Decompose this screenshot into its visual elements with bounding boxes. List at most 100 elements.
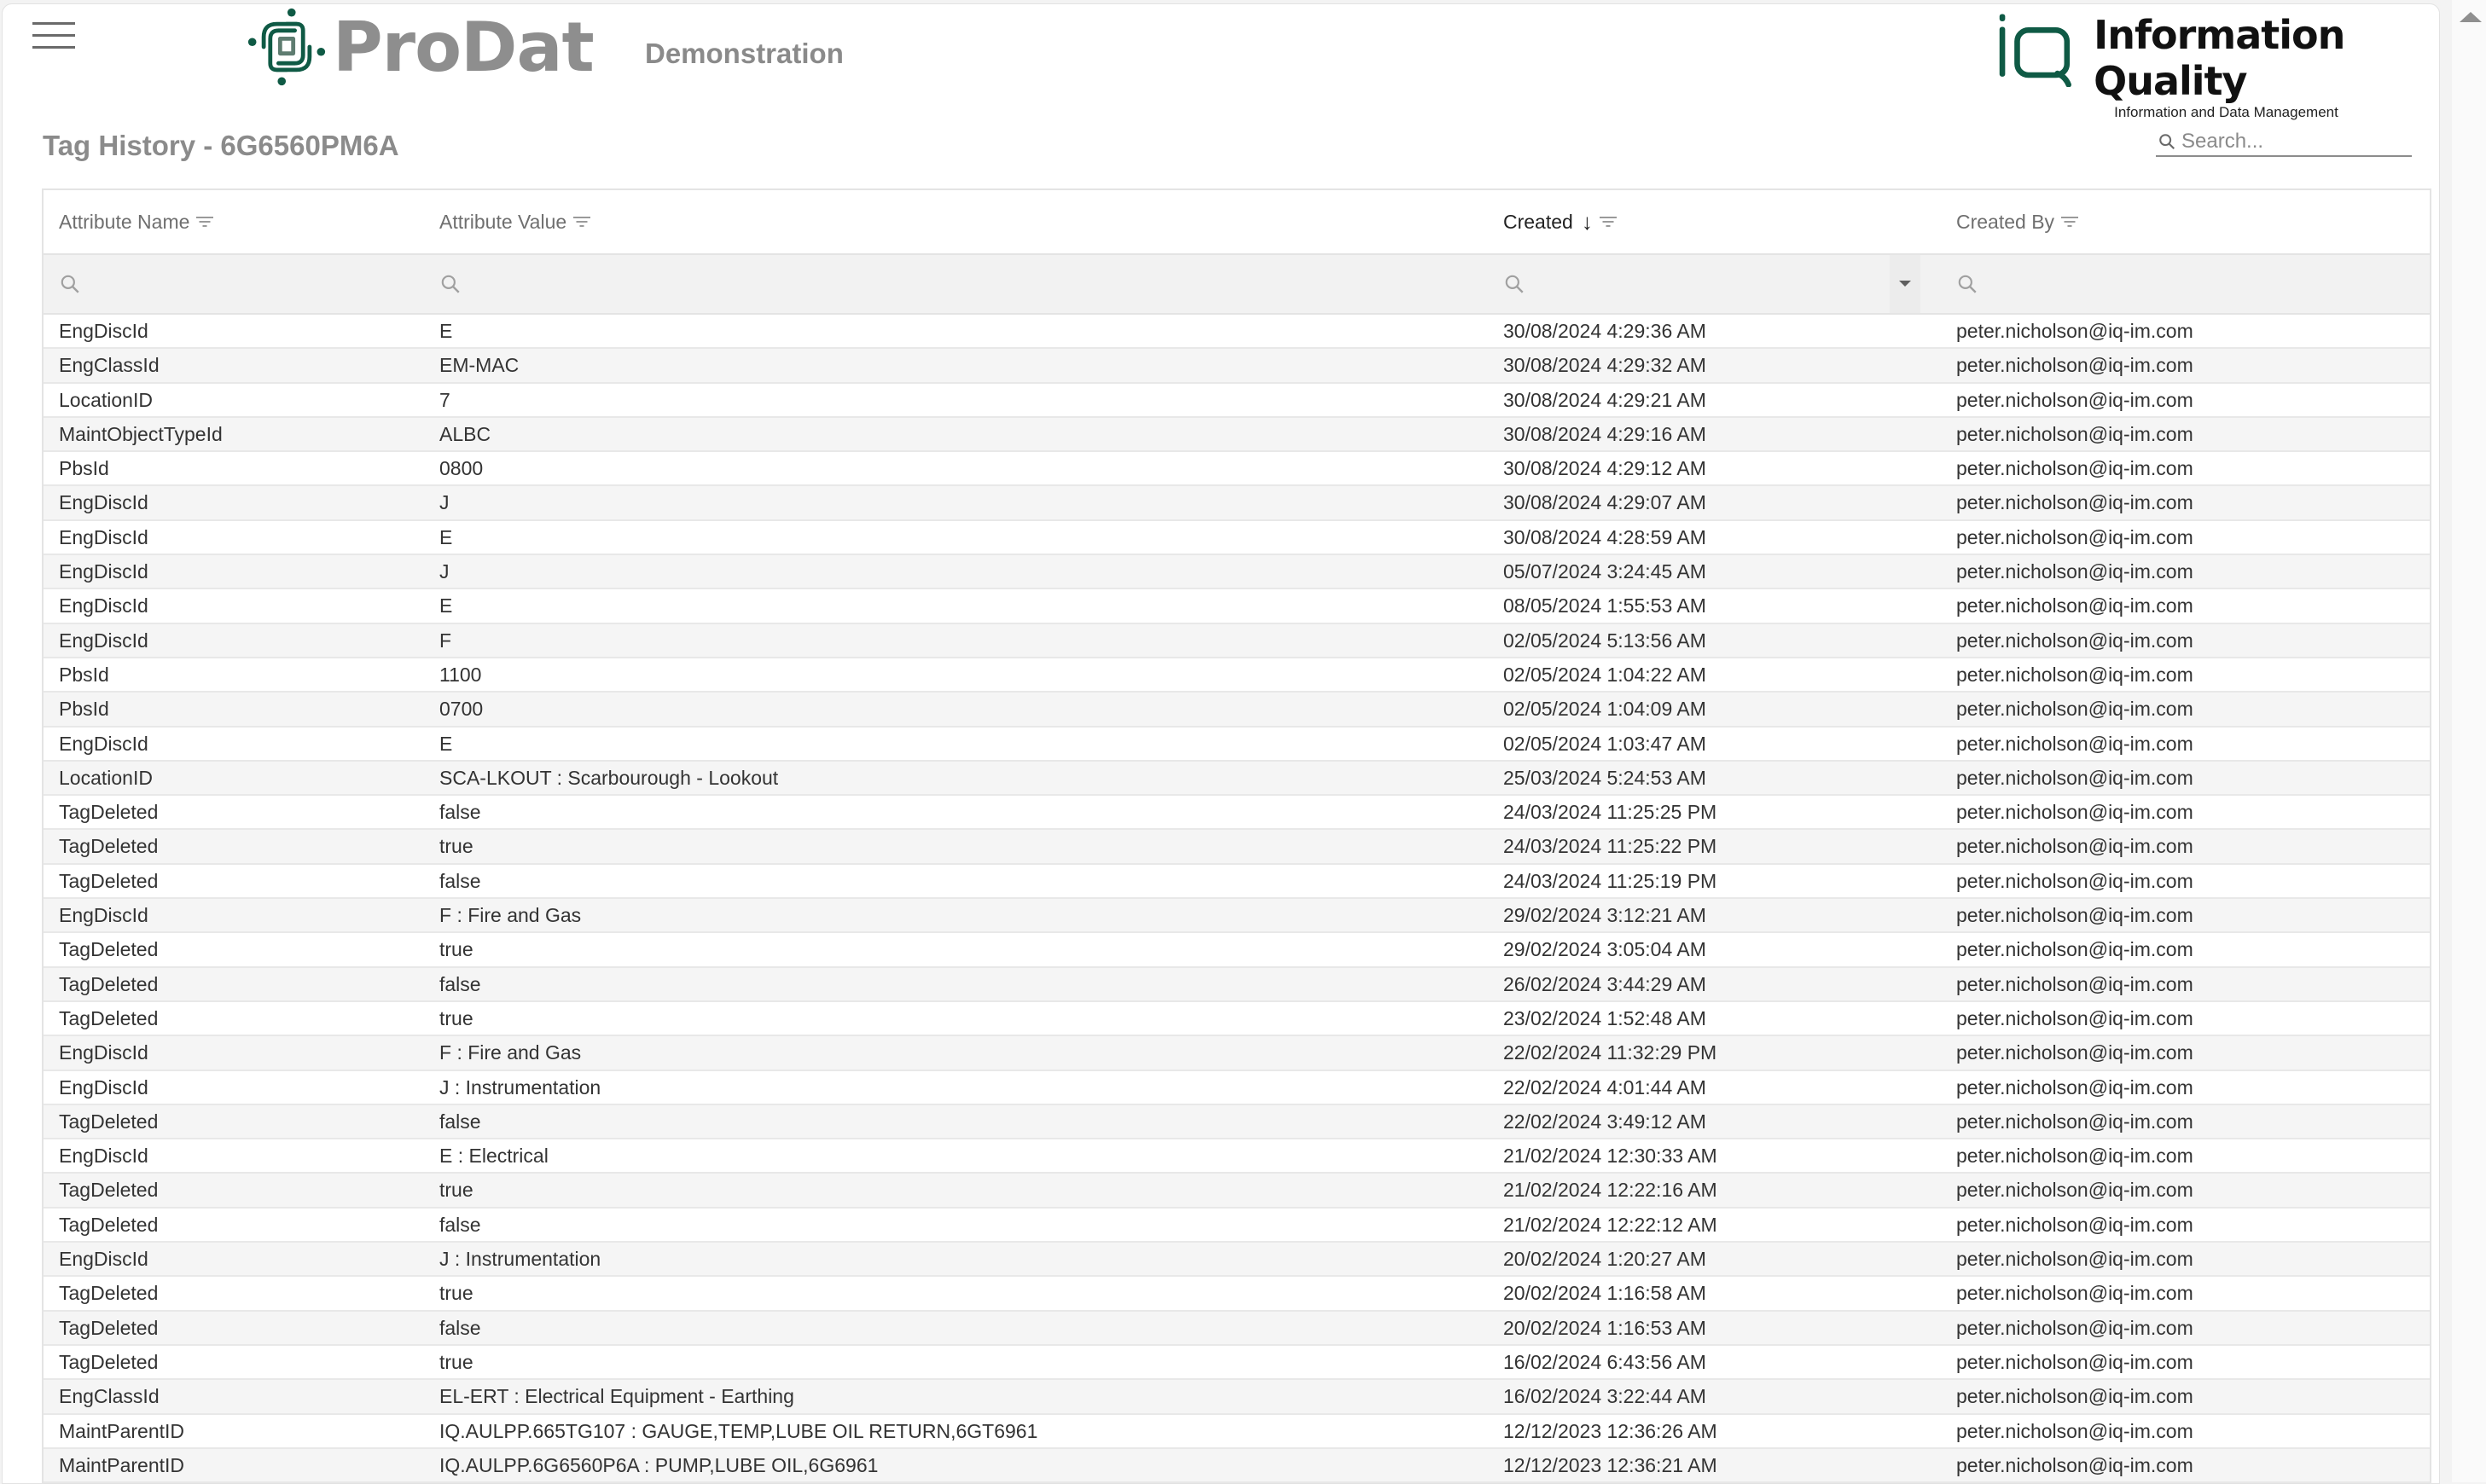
table-row[interactable]: EngDiscId J : Instrumentation 22/02/2024 4… xyxy=(44,1070,2430,1105)
scroll-up-icon[interactable] xyxy=(2460,12,2482,22)
table-row[interactable]: LocationID 7 30/08/2024 4:29:21 AM peter.ni… xyxy=(44,383,2430,418)
column-label: Attribute Name xyxy=(59,210,190,233)
sort-descending-icon[interactable]: ↓ xyxy=(1582,209,1593,235)
table-row[interactable]: PbsId 0800 30/08/2024 4:29:12 AM peter.nich… xyxy=(44,452,2430,487)
column-label: Created By xyxy=(1956,210,2055,233)
cell-created: 21/02/2024 12:22:12 AM xyxy=(1503,1213,1717,1236)
cell-attribute-name: TagDeleted xyxy=(59,869,159,892)
filter-attribute-name[interactable] xyxy=(59,255,81,313)
table-row[interactable]: TagDeleted false 26/02/2024 3:44:29 AM pete… xyxy=(44,967,2430,1002)
table-row[interactable]: TagDeleted false 22/02/2024 3:49:12 AM pete… xyxy=(44,1104,2430,1140)
table-row[interactable]: EngDiscId J 30/08/2024 4:29:07 AM peter.nic… xyxy=(44,486,2430,521)
cell-created-by: peter.nicholson@iq-im.com xyxy=(1956,1179,2193,1202)
table-row[interactable]: TagDeleted false 20/02/2024 1:16:53 AM pete… xyxy=(44,1311,2430,1346)
cell-attribute-value: true xyxy=(439,1350,473,1373)
cell-created-by: peter.nicholson@iq-im.com xyxy=(1956,904,2193,927)
cell-attribute-name: TagDeleted xyxy=(59,938,159,961)
table-row[interactable]: PbsId 0700 02/05/2024 1:04:09 AM peter.nich… xyxy=(44,693,2430,728)
cell-created-by: peter.nicholson@iq-im.com xyxy=(1956,1248,2193,1271)
column-header-attribute-name[interactable]: Attribute Name xyxy=(59,190,214,253)
cell-created-by: peter.nicholson@iq-im.com xyxy=(1956,663,2193,686)
cell-attribute-name: EngDiscId xyxy=(59,594,148,617)
created-filter-dropdown-icon[interactable] xyxy=(1890,255,1920,313)
cell-attribute-value: true xyxy=(439,1282,473,1305)
filter-icon[interactable] xyxy=(196,216,214,228)
cell-created: 30/08/2024 4:29:07 AM xyxy=(1503,491,1706,514)
table-row[interactable]: TagDeleted false 24/03/2024 11:25:25 PM pet… xyxy=(44,796,2430,831)
table-row[interactable]: EngClassId EL-ERT : Electrical Equipment … xyxy=(44,1380,2430,1415)
cell-attribute-name: TagDeleted xyxy=(59,1179,159,1202)
cell-created-by: peter.nicholson@iq-im.com xyxy=(1956,1041,2193,1064)
cell-attribute-value: 0700 xyxy=(439,698,484,721)
table-row[interactable]: EngClassId EM-MAC 30/08/2024 4:29:32 AM pet… xyxy=(44,349,2430,384)
table-row[interactable]: EngDiscId F 02/05/2024 5:13:56 AM peter.nic… xyxy=(44,623,2430,658)
hamburger-menu-icon[interactable] xyxy=(32,20,75,49)
cell-created-by: peter.nicholson@iq-im.com xyxy=(1956,835,2193,858)
cell-attribute-name: TagDeleted xyxy=(59,1110,159,1133)
cell-created: 30/08/2024 4:28:59 AM xyxy=(1503,525,1706,548)
table-row[interactable]: PbsId 1100 02/05/2024 1:04:22 AM peter.nich… xyxy=(44,658,2430,693)
column-header-attribute-value[interactable]: Attribute Value xyxy=(439,190,591,253)
cell-created: 21/02/2024 12:22:16 AM xyxy=(1503,1179,1717,1202)
search-icon xyxy=(2159,134,2175,150)
table-row[interactable]: EngDiscId F : Fire and Gas 29/02/2024 3:12… xyxy=(44,899,2430,934)
table-row[interactable]: MaintParentID IQ.AULPP.6G6560P6A : PUMP,L… xyxy=(44,1448,2430,1484)
column-header-created[interactable]: Created ↓ xyxy=(1503,190,1617,253)
cell-attribute-value: ALBC xyxy=(439,422,491,445)
cell-created-by: peter.nicholson@iq-im.com xyxy=(1956,457,2193,480)
cell-attribute-name: EngDiscId xyxy=(59,320,148,342)
table-row[interactable]: EngDiscId J 05/07/2024 3:24:45 AM peter.nic… xyxy=(44,555,2430,590)
filter-icon[interactable] xyxy=(2061,216,2079,228)
cell-attribute-name: MaintParentID xyxy=(59,1419,185,1442)
cell-attribute-value: true xyxy=(439,1006,473,1029)
filter-icon[interactable] xyxy=(1599,216,1617,228)
cell-created: 16/02/2024 6:43:56 AM xyxy=(1503,1350,1706,1373)
table-row[interactable]: EngDiscId E 30/08/2024 4:29:36 AM peter.nic… xyxy=(44,315,2430,350)
table-row[interactable]: EngDiscId F : Fire and Gas 22/02/2024 11:3… xyxy=(44,1036,2430,1071)
table-row[interactable]: TagDeleted true 21/02/2024 12:22:16 AM pete… xyxy=(44,1174,2430,1209)
table-row[interactable]: MaintObjectTypeId ALBC 30/08/2024 4:29:16 … xyxy=(44,417,2430,453)
cell-created-by: peter.nicholson@iq-im.com xyxy=(1956,1110,2193,1133)
table-row[interactable]: EngDiscId E 30/08/2024 4:28:59 AM peter.nic… xyxy=(44,520,2430,556)
column-header-created-by[interactable]: Created By xyxy=(1956,190,2079,253)
table-row[interactable]: EngDiscId E 08/05/2024 1:55:53 AM peter.nic… xyxy=(44,589,2430,624)
table-row[interactable]: EngDiscId J : Instrumentation 20/02/2024 1… xyxy=(44,1243,2430,1278)
cell-created: 29/02/2024 3:05:04 AM xyxy=(1503,938,1706,961)
cell-attribute-value: J xyxy=(439,560,450,583)
table-row[interactable]: EngDiscId E 02/05/2024 1:03:47 AM peter.nic… xyxy=(44,727,2430,762)
cell-attribute-value: true xyxy=(439,1179,473,1202)
app-name: ProDat xyxy=(333,7,595,87)
cell-created-by: peter.nicholson@iq-im.com xyxy=(1956,1453,2193,1476)
filter-icon[interactable] xyxy=(573,216,591,228)
cell-created: 23/02/2024 1:52:48 AM xyxy=(1503,1006,1706,1029)
vertical-scrollbar[interactable] xyxy=(2452,0,2486,1482)
filter-created-by[interactable] xyxy=(1956,255,1978,313)
table-row[interactable]: TagDeleted false 21/02/2024 12:22:12 AM pet… xyxy=(44,1208,2430,1243)
table-row[interactable]: TagDeleted false 24/03/2024 11:25:19 PM pet… xyxy=(44,864,2430,900)
cell-attribute-value: F : Fire and Gas xyxy=(439,1041,582,1064)
cell-attribute-value: E xyxy=(439,320,453,342)
cell-created: 24/03/2024 11:25:19 PM xyxy=(1503,869,1717,892)
filter-created[interactable] xyxy=(1503,255,1525,313)
cell-created: 02/05/2024 1:04:22 AM xyxy=(1503,663,1706,686)
table-row[interactable]: TagDeleted true 23/02/2024 1:52:48 AM peter… xyxy=(44,1001,2430,1037)
table-row[interactable]: TagDeleted true 20/02/2024 1:16:58 AM peter… xyxy=(44,1277,2430,1312)
cell-attribute-name: EngDiscId xyxy=(59,904,148,927)
global-search xyxy=(2156,128,2412,157)
table-row[interactable]: TagDeleted true 29/02/2024 3:05:04 AM peter… xyxy=(44,933,2430,968)
table-row[interactable]: TagDeleted true 24/03/2024 11:25:22 PM pete… xyxy=(44,830,2430,865)
search-input[interactable] xyxy=(2180,129,2396,154)
cell-created-by: peter.nicholson@iq-im.com xyxy=(1956,560,2193,583)
cell-attribute-value: E xyxy=(439,594,453,617)
table-row[interactable]: LocationID SCA-LKOUT : Scarbourough - Loo… xyxy=(44,761,2430,797)
table-row[interactable]: TagDeleted true 16/02/2024 6:43:56 AM peter… xyxy=(44,1345,2430,1381)
cell-created: 02/05/2024 5:13:56 AM xyxy=(1503,629,1706,652)
filter-attribute-value[interactable] xyxy=(439,255,462,313)
cell-attribute-name: EngDiscId xyxy=(59,732,148,755)
prodat-logo: ProDat xyxy=(246,7,595,87)
cell-attribute-value: F : Fire and Gas xyxy=(439,904,582,927)
table-row[interactable]: MaintParentID IQ.AULPP.665TG107 : GAUGE,T… xyxy=(44,1414,2430,1449)
cell-attribute-value: E : Electrical xyxy=(439,1145,549,1168)
cell-attribute-name: PbsId xyxy=(59,698,109,721)
table-row[interactable]: EngDiscId E : Electrical 21/02/2024 12:30:… xyxy=(44,1139,2430,1174)
